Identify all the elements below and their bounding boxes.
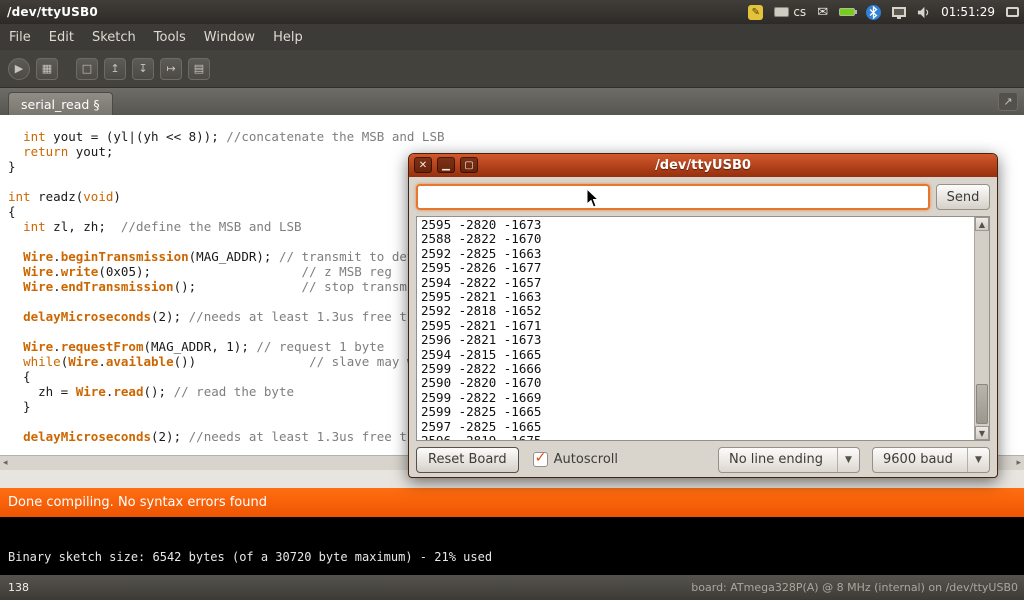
open-sketch-button[interactable]: ↥ [104, 58, 126, 80]
footer-status-bar: 138 board: ATmega328P(A) @ 8 MHz (intern… [0, 575, 1024, 600]
serial-line: 2597 -2825 -1665 [421, 420, 985, 434]
serial-line: 2592 -2818 -1652 [421, 304, 985, 318]
serial-monitor-title: /dev/ttyUSB0 [409, 158, 997, 173]
serial-line: 2596 -2821 -1673 [421, 333, 985, 347]
verify-button[interactable]: ▶ [8, 58, 30, 80]
board-info: board: ATmega328P(A) @ 8 MHz (internal) … [691, 581, 1024, 594]
toolbar: ▶ ▦ □ ↥ ↧ ↦ ▤ [0, 50, 1024, 88]
maximize-button[interactable]: ▢ [460, 157, 478, 173]
serial-output-scrollbar[interactable]: ▲ ▼ [974, 217, 989, 440]
system-tray: ✎ cs ✉ 01:51:29 [748, 5, 1024, 20]
tab-label: serial_read § [21, 97, 100, 112]
keyboard-layout-label: cs [793, 5, 806, 19]
network-icon[interactable] [892, 7, 906, 17]
menu-item-edit[interactable]: Edit [40, 26, 83, 49]
volume-icon[interactable] [917, 6, 930, 19]
line-number: 138 [0, 581, 29, 594]
upload-button[interactable]: ↦ [160, 58, 182, 80]
serial-line: 2594 -2815 -1665 [421, 348, 985, 362]
reset-board-button[interactable]: Reset Board [416, 447, 519, 473]
serial-output[interactable]: 2595 -2820 -16732588 -2822 -16702592 -28… [416, 216, 990, 441]
bluetooth-icon[interactable] [866, 5, 881, 20]
serial-line: 2599 -2825 -1665 [421, 405, 985, 419]
clock[interactable]: 01:51:29 [941, 5, 995, 19]
active-window-title: /dev/ttyUSB0 [0, 5, 98, 19]
line-ending-dropdown[interactable]: No line ending ▼ [718, 447, 860, 473]
compile-status-bar: Done compiling. No syntax errors found [0, 488, 1024, 517]
chevron-down-icon[interactable]: ▼ [967, 448, 989, 472]
autoscroll-label: Autoscroll [554, 452, 618, 467]
send-button[interactable]: Send [936, 184, 990, 210]
menu-item-file[interactable]: File [0, 26, 40, 49]
scrollbar-thumb[interactable] [976, 384, 988, 424]
code-line: int yout = (yl|(yh << 8)); //concatenate… [8, 129, 1024, 144]
serial-line: 2595 -2820 -1673 [421, 218, 985, 232]
top-panel: /dev/ttyUSB0 ✎ cs ✉ 01:51:29 [0, 0, 1024, 24]
serial-line: 2588 -2822 -1670 [421, 232, 985, 246]
serial-line: 2594 -2822 -1657 [421, 276, 985, 290]
scroll-left-icon[interactable]: ◂ [3, 458, 8, 468]
line-ending-value: No line ending [719, 452, 837, 467]
tab-serial-read[interactable]: serial_read § [8, 92, 113, 115]
scrollbar-down-icon[interactable]: ▼ [975, 426, 989, 440]
window-buttons: ✕ ▁ ▢ [414, 157, 478, 173]
send-row: Send [416, 184, 990, 210]
serial-send-input[interactable] [416, 184, 930, 210]
close-button[interactable]: ✕ [414, 157, 432, 173]
menu-item-sketch[interactable]: Sketch [83, 26, 145, 49]
menu-bar: FileEditSketchToolsWindowHelp [0, 24, 1024, 50]
tab-menu-button[interactable]: ↗ [998, 92, 1018, 111]
serial-line: 2590 -2820 -1670 [421, 376, 985, 390]
serial-line: 2599 -2822 -1666 [421, 362, 985, 376]
baud-rate-dropdown[interactable]: 9600 baud ▼ [872, 447, 990, 473]
stop-button[interactable]: ▦ [36, 58, 58, 80]
serial-line: 2595 -2821 -1663 [421, 290, 985, 304]
keyboard-icon [774, 7, 789, 17]
menu-item-window[interactable]: Window [195, 26, 264, 49]
edit-indicator-icon[interactable]: ✎ [748, 5, 763, 20]
console-text: Binary sketch size: 6542 bytes (of a 307… [8, 550, 492, 564]
compile-status-message: Done compiling. No syntax errors found [8, 495, 267, 510]
save-sketch-button[interactable]: ↧ [132, 58, 154, 80]
scrollbar-up-icon[interactable]: ▲ [975, 217, 989, 231]
serial-monitor-controls: Reset Board Autoscroll No line ending ▼ … [416, 446, 990, 473]
serial-line: 2592 -2825 -1663 [421, 247, 985, 261]
toolbar-buttons: ▶ ▦ □ ↥ ↧ ↦ ▤ [8, 58, 216, 80]
keyboard-indicator[interactable]: cs [774, 5, 806, 19]
mail-icon[interactable]: ✉ [817, 5, 828, 20]
menu-item-help[interactable]: Help [264, 26, 312, 49]
serial-line: 2596 -2819 -1675 [421, 434, 985, 441]
serial-monitor-window: /dev/ttyUSB0 ✕ ▁ ▢ Send 2595 -2820 -1673… [408, 153, 998, 478]
chevron-down-icon[interactable]: ▼ [837, 448, 859, 472]
baud-rate-value: 9600 baud [873, 452, 967, 467]
autoscroll-checkbox[interactable] [533, 452, 548, 467]
new-sketch-button[interactable]: □ [76, 58, 98, 80]
tab-bar: serial_read § ↗ [0, 88, 1024, 115]
scroll-right-icon[interactable]: ▸ [1016, 458, 1021, 468]
minimize-button[interactable]: ▁ [437, 157, 455, 173]
serial-monitor-button[interactable]: ▤ [188, 58, 210, 80]
console-output[interactable]: Binary sketch size: 6542 bytes (of a 307… [0, 517, 1024, 575]
serial-monitor-titlebar[interactable]: /dev/ttyUSB0 ✕ ▁ ▢ [409, 154, 997, 177]
serial-line: 2595 -2821 -1671 [421, 319, 985, 333]
menu-item-tools[interactable]: Tools [145, 26, 195, 49]
session-icon[interactable] [1006, 7, 1019, 17]
battery-icon[interactable] [839, 8, 855, 16]
serial-line: 2599 -2822 -1669 [421, 391, 985, 405]
serial-line: 2595 -2826 -1677 [421, 261, 985, 275]
